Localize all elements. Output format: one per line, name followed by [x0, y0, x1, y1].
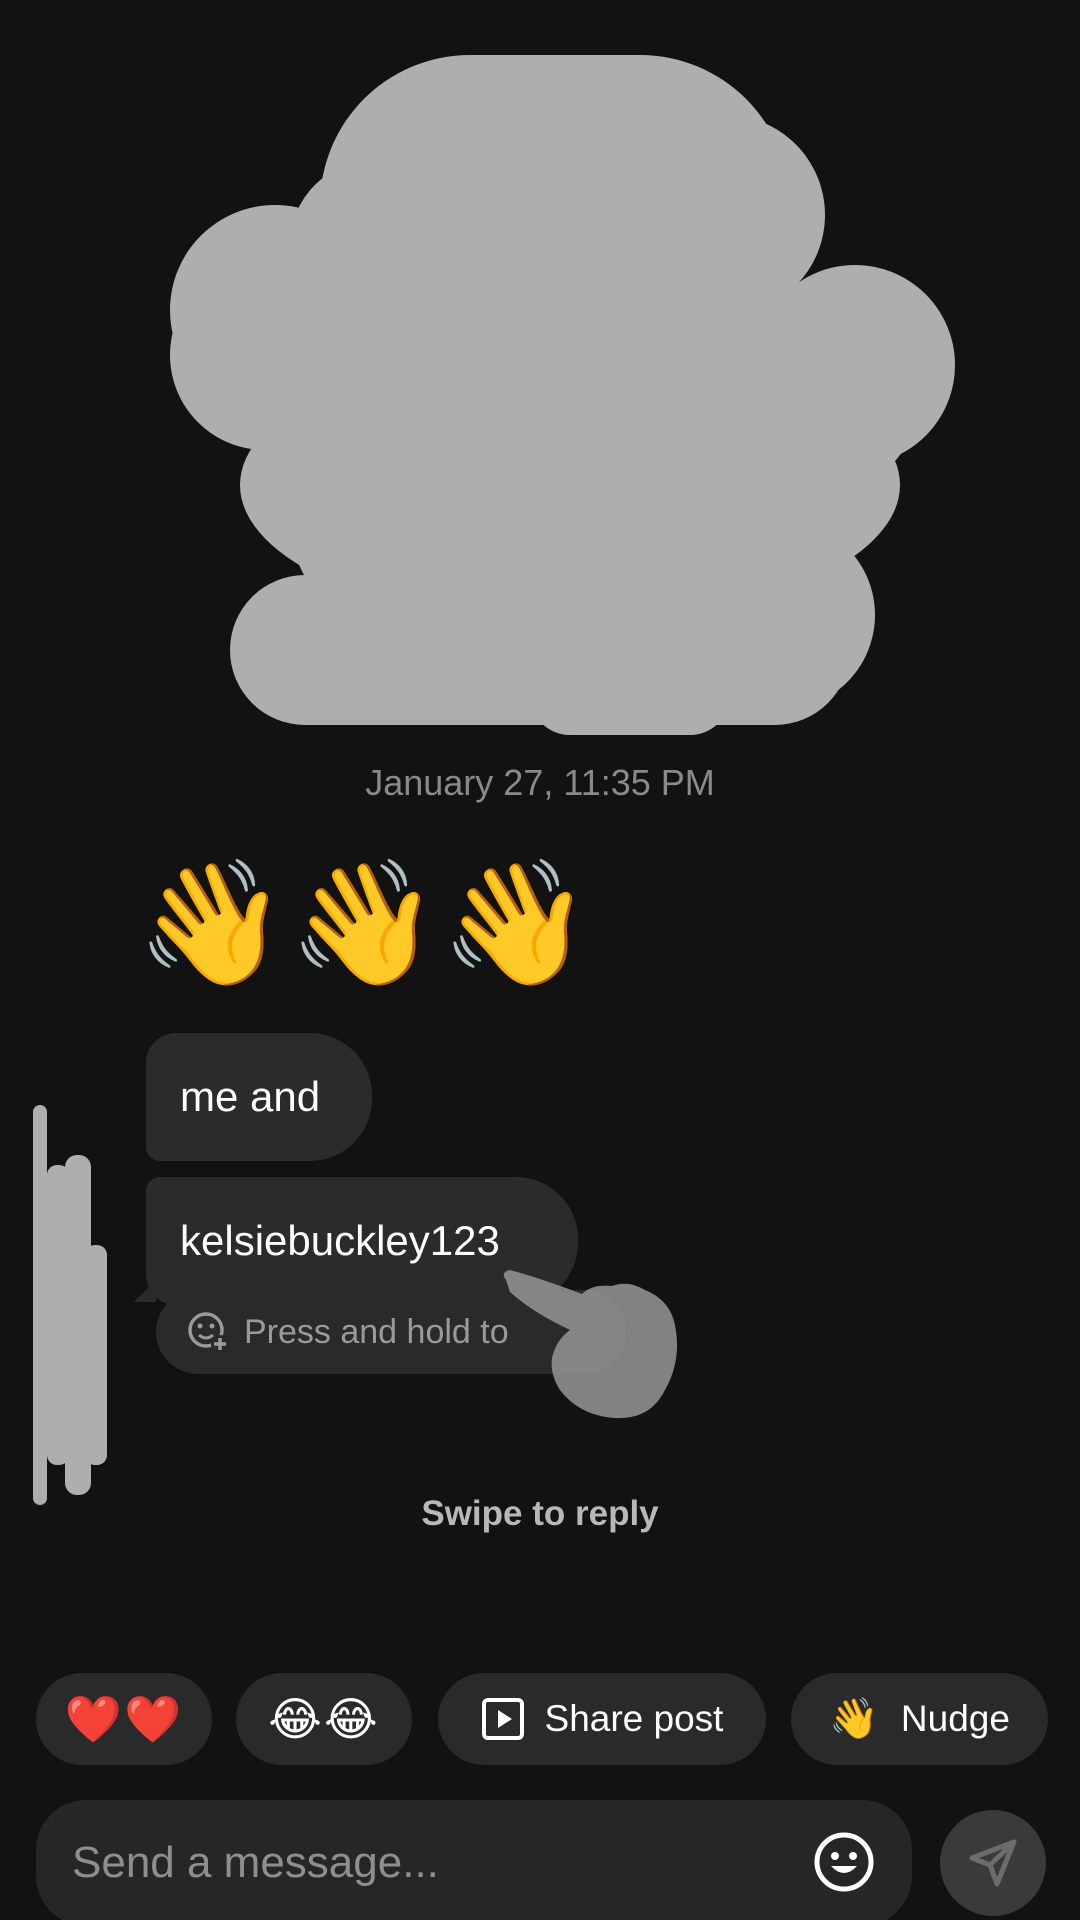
- message-timestamp: January 27, 11:35 PM: [365, 762, 715, 803]
- quick-reaction-laugh-button[interactable]: 😂😂: [236, 1673, 412, 1765]
- swipe-to-reply-hint: Swipe to reply: [421, 1494, 659, 1533]
- nudge-label: Nudge: [900, 1698, 1010, 1739]
- message-input[interactable]: [72, 1838, 772, 1888]
- quick-reaction-hearts-button[interactable]: ❤️❤️: [36, 1673, 212, 1765]
- play-square-icon: [481, 1698, 524, 1740]
- share-post-label: Share post: [544, 1698, 724, 1739]
- share-post-button[interactable]: Share post: [438, 1673, 766, 1765]
- wave-emoji-message[interactable]: 👋 👋 👋: [136, 852, 592, 1012]
- send-button[interactable]: [940, 1810, 1046, 1916]
- bubble-tail: [134, 1280, 156, 1302]
- tooltip-text: Press and hold to: [244, 1312, 509, 1351]
- pointing-hand-icon: [503, 1270, 678, 1419]
- wave-emoji: 👋: [440, 852, 592, 994]
- message-text: me and: [180, 1073, 321, 1120]
- paper-plane-icon: [969, 1839, 1017, 1887]
- nudge-wave-emoji: 👋: [829, 1696, 881, 1742]
- message-composer: [36, 1800, 912, 1920]
- message-bubble[interactable]: me and: [146, 1033, 372, 1161]
- laugh-emoji: 😂😂: [268, 1692, 380, 1746]
- nudge-button[interactable]: 👋 Nudge: [791, 1673, 1048, 1765]
- chat-screen: January 27, 11:35 PM 👋 👋 👋 me and kelsie…: [0, 0, 1080, 1920]
- redacted-content: [170, 55, 955, 735]
- redacted-avatar: [33, 1105, 107, 1505]
- wave-emoji: 👋: [288, 852, 440, 994]
- smiley-icon[interactable]: [812, 1830, 876, 1894]
- message-text: kelsiebuckley123: [180, 1217, 500, 1264]
- add-reaction-icon: [188, 1312, 229, 1353]
- wave-emoji: 👋: [136, 852, 288, 994]
- hearts-emoji: ❤️❤️: [64, 1692, 184, 1746]
